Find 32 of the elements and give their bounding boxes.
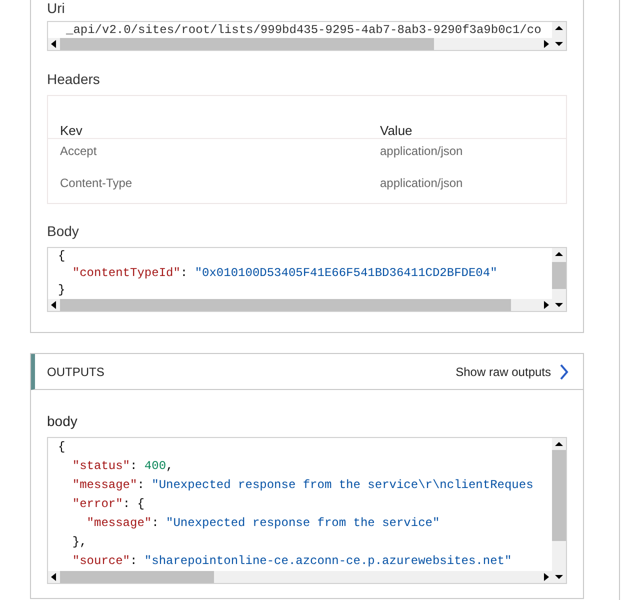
vertical-scrollbar[interactable]	[552, 22, 566, 50]
table-cell-text: application/json	[380, 144, 464, 158]
horizontal-scrollbar[interactable]	[48, 299, 552, 311]
column-header: Value	[380, 124, 414, 138]
section-title: OUTPUTS	[47, 364, 104, 380]
field-label: body	[47, 413, 78, 429]
horizontal-scrollbar[interactable]	[48, 571, 552, 583]
code-editor[interactable]	[47, 437, 567, 584]
table-cell-text: Content-Type	[60, 176, 134, 190]
field-label: Body	[47, 223, 80, 239]
vertical-scrollbar[interactable]	[552, 248, 566, 311]
column-header: Kev	[60, 124, 84, 138]
code-line: {	[58, 439, 66, 456]
table-cell-text: application/json	[380, 176, 464, 190]
show-raw-outputs-link[interactable]: Show raw outputs	[456, 362, 569, 380]
uri-field[interactable]: _api/v2.0/sites/root/lists/999bd435-9295-4ab7-8ab3-9290f3a9b0c1/co	[47, 21, 567, 51]
field-label: Headers	[47, 71, 101, 87]
code-line: "error": {	[71, 496, 146, 513]
horizontal-scrollbar[interactable]	[48, 38, 552, 50]
field-label: Uri	[47, 0, 66, 16]
code-line: "contentTypeId": "0x010100D53405F41E66F541BD36411CD2BFDE04"	[71, 265, 498, 282]
code-line: }	[58, 282, 66, 299]
code-line: },	[71, 534, 88, 551]
code-line: "status": 400,	[71, 458, 174, 475]
code-line: "source": "sharepointonline-ce.azconn-ce.p.azurewebsites.net"	[71, 553, 513, 570]
code-line: "message": "Unexpected response from the service"	[86, 515, 441, 532]
code-editor[interactable]: { "contentTypeId": "0x010100D53405F41E66F541BD36411CD2BFDE04" }	[47, 247, 567, 312]
vertical-scrollbar[interactable]	[552, 438, 566, 583]
code-line: {	[58, 248, 66, 265]
code-line: "message": "Unexpected response from the service\r\nclientReques	[71, 477, 534, 494]
table-cell-text: Accept	[60, 144, 98, 158]
chevron-right-icon	[559, 364, 569, 380]
